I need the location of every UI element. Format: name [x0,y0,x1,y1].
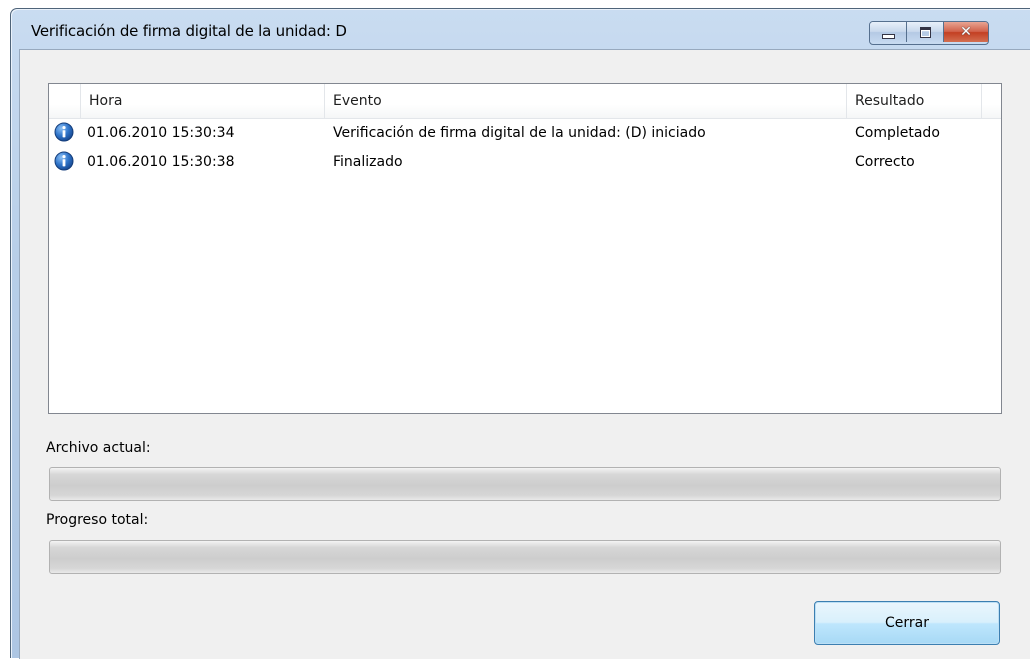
list-header: Hora Evento Resultado [49,84,1001,119]
list-row[interactable]: 01.06.2010 15:30:34 Verificación de firm… [49,119,1001,148]
close-button[interactable]: Cerrar [814,601,1000,645]
maximize-button[interactable] [907,22,944,42]
title-bar[interactable]: Verificación de firma digital de la unid… [11,9,1030,49]
dialog-body: Hora Evento Resultado 01.06.2010 15:30:3… [19,49,1030,659]
dialog-window: Verificación de firma digital de la unid… [10,8,1030,659]
row-hora: 01.06.2010 15:30:34 [87,125,235,141]
row-evento: Finalizado [333,154,403,170]
current-file-label: Archivo actual: [46,440,151,456]
current-file-progress [49,467,1001,501]
window-controls: ✕ [869,21,989,45]
column-header-evento[interactable]: Evento [325,84,847,118]
total-progress-label: Progreso total: [46,512,149,528]
row-evento: Verificación de firma digital de la unid… [333,125,706,141]
total-progress-bar [49,540,1001,574]
window-title: Verificación de firma digital de la unid… [31,22,347,40]
list-body: 01.06.2010 15:30:34 Verificación de firm… [49,119,1001,177]
list-row[interactable]: 01.06.2010 15:30:38 Finalizado Correcto [49,148,1001,177]
minimize-icon [881,33,895,39]
close-icon: ✕ [960,24,972,40]
row-resultado: Completado [855,125,940,141]
column-header-resultado[interactable]: Resultado [847,84,982,118]
maximize-icon [919,26,931,38]
minimize-button[interactable] [870,22,907,42]
column-header-hora[interactable]: Hora [81,84,325,118]
close-window-button[interactable]: ✕ [944,22,988,42]
column-header-icon[interactable] [49,84,81,118]
row-resultado: Correcto [855,154,915,170]
info-icon [54,122,74,142]
event-list[interactable]: Hora Evento Resultado 01.06.2010 15:30:3… [48,83,1002,414]
row-hora: 01.06.2010 15:30:38 [87,154,235,170]
info-icon [54,151,74,171]
